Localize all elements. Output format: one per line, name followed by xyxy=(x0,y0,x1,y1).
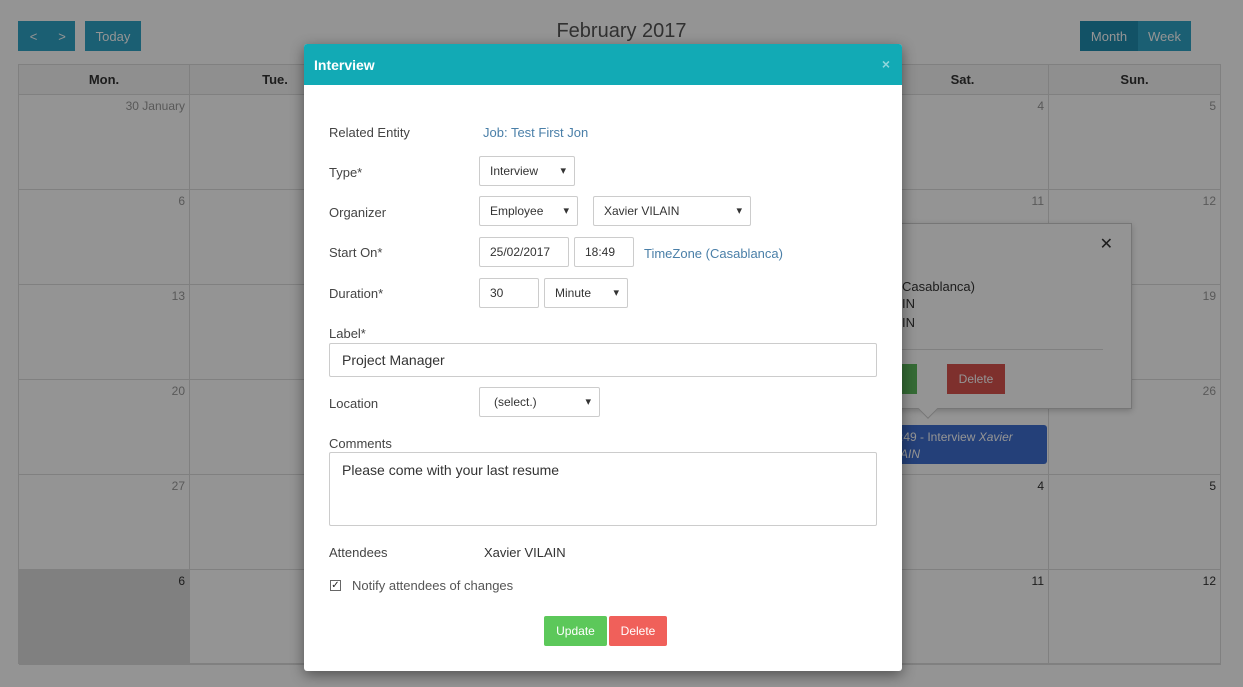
start-date-input[interactable]: 25/02/2017 xyxy=(479,237,569,267)
label-input-value: Project Manager xyxy=(342,352,445,368)
update-button[interactable]: Update xyxy=(544,616,607,646)
attendees-value: Xavier VILAIN xyxy=(484,545,566,560)
organizer-name-value: Xavier VILAIN xyxy=(604,204,680,218)
duration-input[interactable]: 30 xyxy=(479,278,539,308)
organizer-type-value: Employee xyxy=(490,204,544,218)
label-field-label: Label* xyxy=(329,326,366,341)
duration-value: 30 xyxy=(490,286,504,300)
organizer-name-select[interactable]: Xavier VILAIN xyxy=(593,196,751,226)
type-select-value: Interview xyxy=(490,164,539,178)
comments-textarea[interactable]: Please come with your last resume xyxy=(329,452,877,526)
duration-unit-value: Minute xyxy=(555,286,592,300)
start-time-value: 18:49 xyxy=(585,245,616,259)
start-time-input[interactable]: 18:49 xyxy=(574,237,634,267)
comments-value: Please come with your last resume xyxy=(342,462,560,478)
close-icon[interactable]: × xyxy=(882,56,890,72)
attendees-label: Attendees xyxy=(329,545,388,560)
start-on-label: Start On* xyxy=(329,245,383,260)
related-entity-link[interactable]: Job: Test First Jon xyxy=(483,125,588,140)
label-input[interactable]: Project Manager xyxy=(329,343,877,377)
notify-checkbox[interactable]: ✓ xyxy=(330,580,341,591)
type-label: Type* xyxy=(329,165,363,180)
type-select[interactable]: Interview xyxy=(479,156,575,186)
interview-modal: Interview × Related Entity Job: Test Fir… xyxy=(304,44,902,671)
location-label: Location xyxy=(329,396,379,411)
duration-unit-select[interactable]: Minute xyxy=(544,278,628,308)
related-entity-label: Related Entity xyxy=(329,125,410,140)
modal-header: Interview × xyxy=(304,44,902,85)
notify-label: Notify attendees of changes xyxy=(352,578,514,593)
comments-label: Comments xyxy=(329,436,392,451)
duration-label: Duration* xyxy=(329,286,384,301)
timezone-link[interactable]: TimeZone (Casablanca) xyxy=(644,246,783,261)
modal-title: Interview xyxy=(314,56,375,73)
delete-button[interactable]: Delete xyxy=(609,616,667,646)
location-select-value: (select.) xyxy=(494,395,537,409)
start-date-value: 25/02/2017 xyxy=(490,245,551,259)
organizer-label: Organizer xyxy=(329,205,387,220)
organizer-type-select[interactable]: Employee xyxy=(479,196,578,226)
location-select[interactable]: (select.) xyxy=(479,387,600,417)
